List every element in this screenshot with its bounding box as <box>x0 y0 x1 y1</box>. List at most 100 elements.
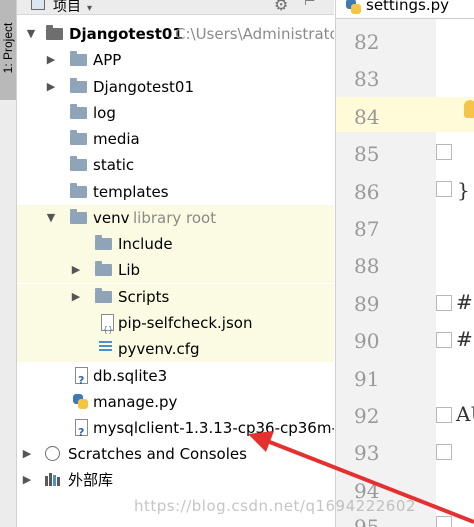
line-number: 84 <box>354 105 380 129</box>
project-tool-tab[interactable]: 1: Project <box>0 0 16 100</box>
line-number: 90 <box>354 329 380 353</box>
watermark-text: https://blog.csdn.net/q1694222602 <box>134 497 416 515</box>
folder-icon <box>95 288 112 303</box>
tree-item-label: Djangotest01 <box>93 78 195 96</box>
folder-icon <box>70 156 87 171</box>
json-file-icon <box>101 314 114 343</box>
scratches-icon <box>45 446 60 461</box>
tree-item-pyvenv[interactable]: pyvenv.cfg <box>17 336 334 362</box>
chevron-right-icon[interactable]: ▶ <box>21 441 33 467</box>
fold-marker[interactable] <box>436 144 452 160</box>
editor-tab-label: settings.py <box>366 0 449 14</box>
gear-icon[interactable]: ⚙ <box>274 0 288 14</box>
code-line: AU <box>456 402 474 426</box>
tree-item-djangotest01[interactable]: ▶ Djangotest01 <box>17 74 334 100</box>
project-view-selector[interactable]: 项目 ▾ <box>53 0 92 16</box>
editor-gutter <box>336 19 436 527</box>
code-line: } <box>457 178 470 202</box>
chevron-right-icon[interactable]: ▶ <box>21 467 33 493</box>
line-number: 91 <box>354 367 380 391</box>
chevron-right-icon[interactable]: ▶ <box>45 47 57 73</box>
editor-pane: settings.py 82 83 84 85 86 87 88 89 90 9… <box>335 0 474 527</box>
line-number: 88 <box>354 254 380 278</box>
folder-icon <box>70 78 87 93</box>
python-file-icon <box>73 394 88 409</box>
project-tool-label: 1: Project <box>1 22 15 74</box>
tree-item-path: C:\Users\Administrato <box>175 25 334 43</box>
tree-item-media[interactable]: media <box>17 126 334 152</box>
config-file-icon <box>99 341 112 356</box>
folder-icon <box>70 51 87 66</box>
tree-item-scripts[interactable]: ▶ Scripts <box>17 284 334 310</box>
tree-item-label: Scripts <box>118 288 170 306</box>
python-file-icon <box>346 0 361 14</box>
line-number: 86 <box>354 180 380 204</box>
tree-item-lib[interactable]: ▶ Lib <box>17 257 334 283</box>
tree-item-label: 外部库 <box>68 471 114 489</box>
tree-item-db[interactable]: db.sqlite3 <box>17 363 334 394</box>
tree-item-mysqlclient[interactable]: mysqlclient-1.3.13-cp36-cp36m-v <box>17 415 334 446</box>
line-number: 93 <box>354 441 380 465</box>
tree-item-label: venv <box>93 209 130 227</box>
library-root-hint: library root <box>133 209 217 227</box>
tree-item-label: pip-selfcheck.json <box>118 314 253 332</box>
tree-item-app[interactable]: ▶ APP <box>17 47 334 73</box>
tree-item-static[interactable]: static <box>17 152 334 178</box>
fold-marker[interactable] <box>436 407 452 423</box>
line-number: 89 <box>354 292 380 316</box>
editor-tab-settings[interactable]: settings.py <box>336 0 474 19</box>
code-line: # <box>456 327 473 351</box>
tree-item-label: Lib <box>118 261 141 279</box>
tree-item-templates[interactable]: templates <box>17 179 334 205</box>
folder-icon <box>70 209 87 224</box>
tree-item-label: templates <box>93 183 169 201</box>
line-number: 92 <box>354 404 380 428</box>
project-panel: 项目 ▾ ⚙ ⊢ ▼ Djangotest01 C:\Users\Administ… <box>17 0 334 527</box>
tree-item-label: Include <box>118 235 173 253</box>
tree-item-external-libraries[interactable]: ▶ 外部库 <box>17 467 334 493</box>
unknown-file-icon <box>75 419 88 446</box>
project-view-icon <box>31 0 45 10</box>
line-number: 83 <box>354 67 380 91</box>
folder-icon <box>70 130 87 145</box>
tree-item-label: mysqlclient-1.3.13-cp36-cp36m-v <box>93 419 334 437</box>
chevron-right-icon[interactable]: ▶ <box>70 257 82 283</box>
tree-item-manage[interactable]: manage.py <box>17 389 334 415</box>
folder-icon <box>95 261 112 276</box>
chevron-down-icon: ▾ <box>87 3 93 14</box>
tree-item-venv[interactable]: ▼ venv library root <box>17 205 334 231</box>
line-number: 87 <box>354 217 380 241</box>
chevron-right-icon[interactable]: ▶ <box>70 284 82 310</box>
lightbulb-icon[interactable] <box>464 100 474 118</box>
chevron-down-icon[interactable]: ▼ <box>25 21 37 47</box>
project-view-title: 项目 <box>53 0 81 15</box>
tree-item-pip-selfcheck[interactable]: pip-selfcheck.json <box>17 310 334 343</box>
tree-item-root[interactable]: ▼ Djangotest01 C:\Users\Administrato <box>17 21 334 47</box>
fold-marker[interactable] <box>436 295 452 311</box>
tree-item-label: static <box>93 156 135 174</box>
unknown-file-icon <box>75 367 88 394</box>
tree-item-label: media <box>93 130 140 148</box>
tree-item-label: manage.py <box>93 393 178 411</box>
hide-panel-icon[interactable]: ⊢ <box>304 0 318 9</box>
tree-item-scratches[interactable]: ▶ Scratches and Consoles <box>17 441 334 467</box>
folder-icon <box>70 183 87 198</box>
tree-item-include[interactable]: Include <box>17 231 334 257</box>
line-number: 82 <box>354 30 380 54</box>
code-line: # <box>456 290 473 314</box>
folder-icon <box>46 25 63 40</box>
fold-marker[interactable] <box>436 444 452 460</box>
tree-item-label: db.sqlite3 <box>93 367 168 385</box>
tree-item-log[interactable]: log <box>17 100 334 126</box>
chevron-right-icon[interactable]: ▶ <box>45 74 57 100</box>
tree-item-label: APP <box>93 51 122 69</box>
tree-item-label: pyvenv.cfg <box>118 340 200 358</box>
line-number: 85 <box>354 142 380 166</box>
tree-item-label: log <box>93 104 116 122</box>
chevron-down-icon[interactable]: ▼ <box>45 205 57 231</box>
fold-marker[interactable] <box>436 181 452 197</box>
fold-marker[interactable] <box>436 332 452 348</box>
fold-marker[interactable] <box>436 516 452 527</box>
tree-item-label: Djangotest01 <box>69 25 183 43</box>
folder-icon <box>70 104 87 119</box>
